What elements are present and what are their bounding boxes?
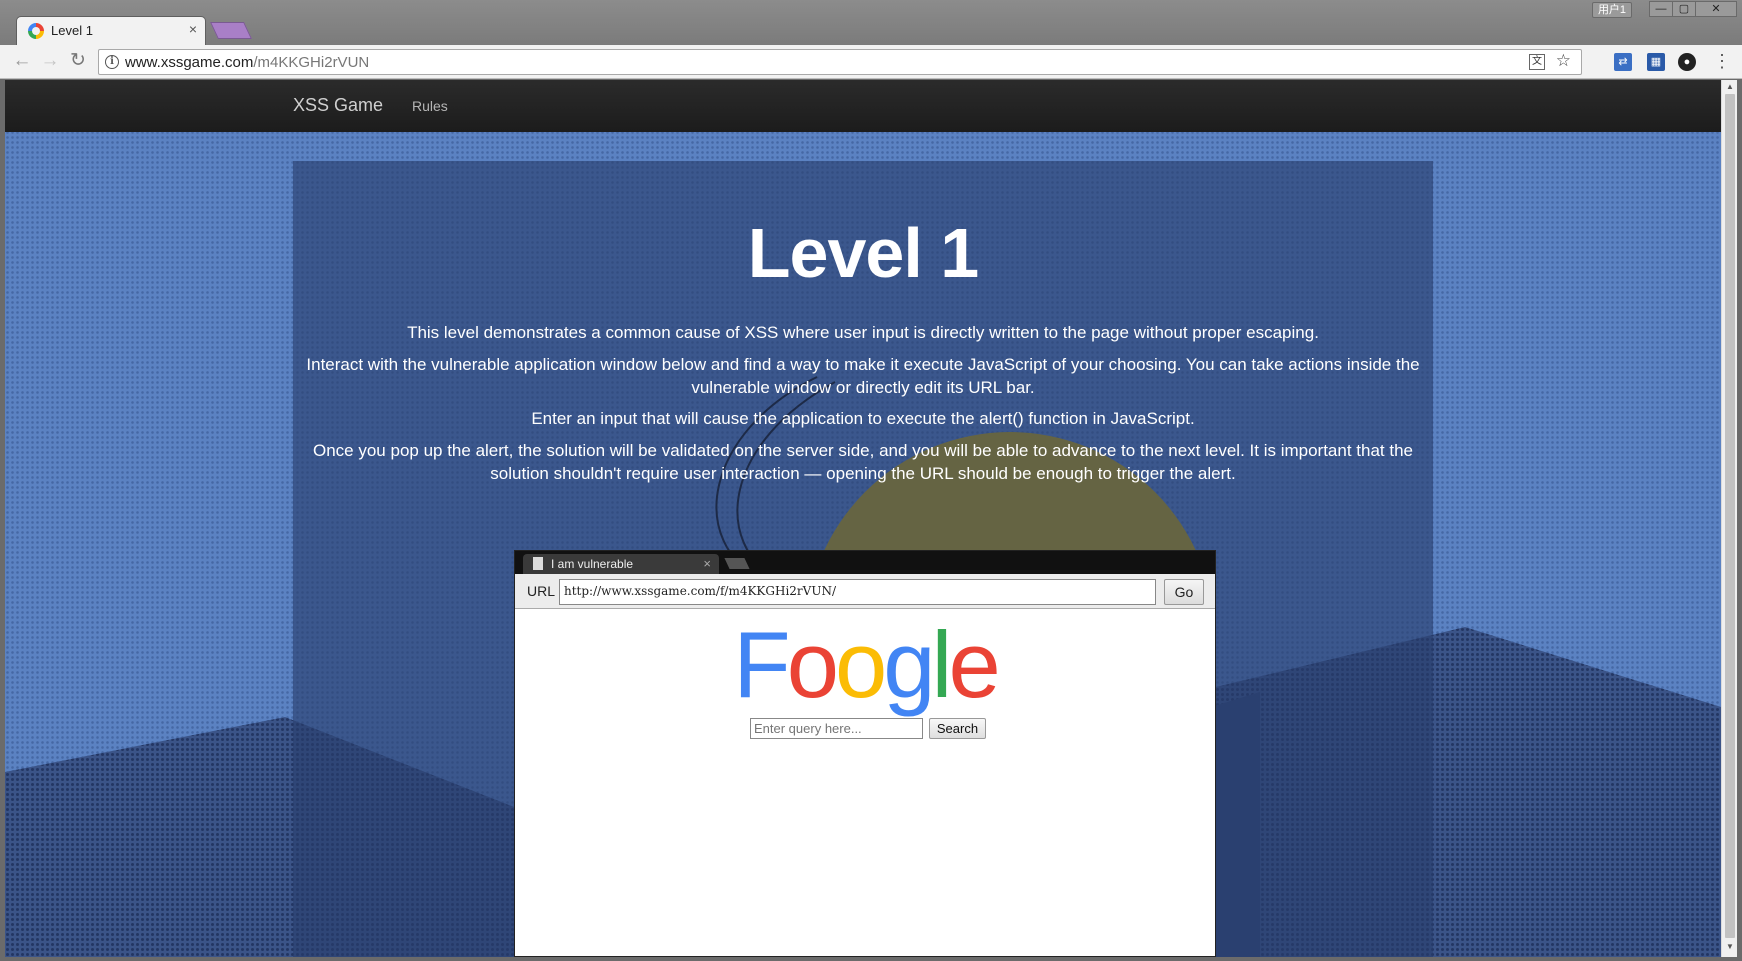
go-button[interactable]: Go	[1164, 579, 1204, 605]
reload-icon[interactable]: ↻	[66, 49, 90, 73]
tab-title: Level 1	[51, 23, 93, 38]
vulnerable-tab-title: I am vulnerable	[551, 557, 634, 571]
close-icon[interactable]: ×	[703, 556, 711, 571]
search-button[interactable]: Search	[929, 718, 986, 739]
extension-translate-icon[interactable]: ⇄	[1614, 53, 1632, 71]
url-path: /m4KKGHi2rVUN	[253, 54, 370, 71]
logo-letter: l	[931, 612, 953, 717]
level-description: This level demonstrates a common cause o…	[407, 323, 1319, 342]
new-tab-button[interactable]	[210, 22, 252, 39]
scroll-down-icon[interactable]: ▼	[1726, 942, 1734, 951]
level-goal: Enter an input that will cause the appli…	[531, 409, 1195, 428]
user-profile-button[interactable]: 用户1	[1592, 2, 1632, 18]
maximize-icon[interactable]: ▢	[1672, 1, 1696, 17]
logo-letter: g	[883, 612, 935, 717]
google-favicon-icon	[28, 23, 44, 39]
browser-tab[interactable]: Level 1 ×	[16, 16, 206, 45]
logo-letter: e	[948, 612, 1000, 717]
site-brand[interactable]: XSS Game	[293, 95, 383, 116]
extension-icon[interactable]: ▦	[1647, 53, 1665, 71]
address-url[interactable]: www.xssgame.com/m4KKGHi2rVUN	[125, 54, 369, 71]
vulnerable-url-input[interactable]: http://www.xssgame.com/f/m4KKGHi2rVUN/	[559, 579, 1156, 605]
info-icon[interactable]: i	[105, 55, 119, 69]
document-icon	[533, 557, 543, 570]
page-title: Level 1	[747, 214, 979, 292]
browser-titlebar: Level 1 × 用户1 — ▢ ✕	[0, 0, 1742, 45]
star-icon[interactable]: ☆	[1556, 51, 1571, 71]
rules-link[interactable]: Rules	[412, 98, 448, 114]
browser-toolbar: ← → ↻ i www.xssgame.com/m4KKGHi2rVUN 文 ☆…	[0, 45, 1742, 79]
logo-letter: o	[834, 612, 887, 717]
forward-icon[interactable]: →	[38, 49, 62, 73]
level-instructions: Interact with the vulnerable application…	[306, 355, 1420, 397]
translate-icon[interactable]: 文	[1529, 54, 1545, 70]
extension-circle-icon[interactable]: ●	[1678, 53, 1696, 71]
url-label: URL	[527, 583, 556, 599]
tab-close-icon[interactable]: ×	[189, 21, 197, 37]
menu-icon[interactable]: ⋮	[1713, 51, 1731, 72]
address-bar[interactable]: i www.xssgame.com/m4KKGHi2rVUN 文 ☆	[98, 49, 1582, 75]
logo-letter: F	[733, 612, 790, 717]
close-window-icon[interactable]: ✕	[1695, 1, 1737, 17]
back-icon[interactable]: ←	[10, 49, 34, 73]
scroll-up-icon[interactable]: ▲	[1726, 82, 1734, 91]
url-host: www.xssgame.com	[125, 54, 254, 71]
scrollbar-thumb[interactable]	[1725, 94, 1735, 938]
vulnerable-url-bar: URL http://www.xssgame.com/f/m4KKGHi2rVU…	[515, 574, 1215, 609]
page-viewport: XSS Game Rules Level 1 This level demons…	[5, 80, 1721, 957]
logo-letter: o	[786, 612, 839, 717]
minimize-icon[interactable]: —	[1649, 1, 1673, 17]
vulnerable-new-tab-button[interactable]	[724, 558, 750, 569]
vulnerable-app-window: I am vulnerable × URL http://www.xssgame…	[514, 550, 1216, 957]
site-navbar: XSS Game Rules	[5, 80, 1721, 132]
search-input[interactable]	[750, 718, 923, 739]
vulnerable-tab[interactable]: I am vulnerable ×	[523, 554, 719, 574]
foogle-logo: Foogle	[515, 611, 1215, 719]
page-scrollbar[interactable]: ▲ ▼	[1721, 80, 1737, 957]
level-validation-note: Once you pop up the alert, the solution …	[313, 441, 1413, 483]
vulnerable-tabbar: I am vulnerable ×	[515, 551, 1215, 574]
